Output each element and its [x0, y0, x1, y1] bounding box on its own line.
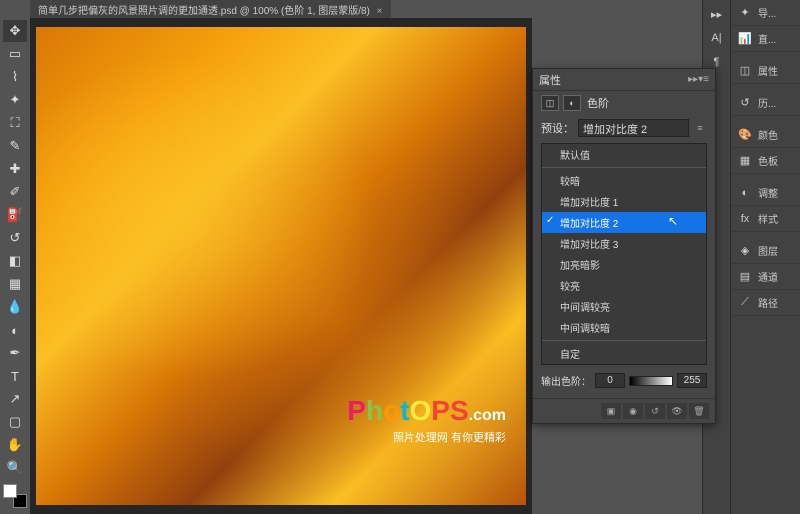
- color-icon: 🎨: [737, 128, 753, 142]
- tab-filename: 简单几步把偏灰的风景照片调的更加通透.psd @ 100% (色阶 1, 图层蒙…: [38, 6, 370, 17]
- channels-icon: ▤: [737, 270, 753, 284]
- adjustment-type-row: ◫ ◐ 色阶: [533, 91, 715, 115]
- zoom-tool[interactable]: 🔍: [3, 457, 27, 479]
- histogram-icon: 📊: [737, 32, 753, 46]
- tools-toolbar: ✥ ▭ ⌇ ✦ ⛶ ✎ ✚ ✐ ⛽ ↺ ◧ ▦ 💧 ◐ ✒ T ↗ ▢ ✋ 🔍: [0, 18, 30, 514]
- sidebar-item-guide[interactable]: ✦导...: [731, 0, 800, 26]
- sidebar-item-swatches[interactable]: ▦色板: [731, 148, 800, 174]
- levels-icon[interactable]: ◫: [541, 95, 559, 111]
- stamp-tool[interactable]: ⛽: [3, 204, 27, 226]
- sidebar-item-adjust[interactable]: ◐调整: [731, 180, 800, 206]
- document-image: PhotOPS.com 照片处理网 有你更精彩: [36, 27, 526, 505]
- view-previous-icon[interactable]: ◉: [623, 403, 643, 419]
- char-panel-icon[interactable]: A|: [706, 28, 728, 48]
- visibility-icon[interactable]: 👁: [667, 403, 687, 419]
- output-label: 输出色阶：: [541, 373, 591, 388]
- panel-footer: ▣ ◉ ↺ 👁 🗑: [533, 398, 715, 423]
- preset-option-middark[interactable]: 中间调较暗: [542, 317, 706, 338]
- eraser-tool[interactable]: ◧: [3, 250, 27, 272]
- output-levels-row: 输出色阶：: [533, 369, 715, 392]
- watermark: PhotOPS.com 照片处理网 有你更精彩: [347, 395, 506, 445]
- preset-option-brighten[interactable]: 加亮暗影: [542, 254, 706, 275]
- reset-icon[interactable]: ↺: [645, 403, 665, 419]
- preset-label: 预设：: [541, 120, 574, 136]
- sidebar-item-color[interactable]: 🎨颜色: [731, 122, 800, 148]
- dodge-tool[interactable]: ◐: [3, 319, 27, 341]
- canvas[interactable]: PhotOPS.com 照片处理网 有你更精彩: [30, 18, 532, 514]
- history-brush-tool[interactable]: ↺: [3, 227, 27, 249]
- preset-option-contrast2[interactable]: ✓ 增加对比度 2 ↖: [542, 212, 706, 233]
- styles-icon: fx: [737, 212, 753, 226]
- color-swatches[interactable]: [3, 484, 27, 508]
- sidebar-item-attrs[interactable]: ◫属性: [731, 58, 800, 84]
- preset-menu-icon[interactable]: ≡: [693, 121, 707, 135]
- properties-panel: 属性 ▸▸ ▾≡ ◫ ◐ 色阶 预设： 增加对比度 2 ≡ 默认值 较暗 增加对…: [532, 68, 716, 424]
- document-tab[interactable]: 简单几步把偏灰的风景照片调的更加通透.psd @ 100% (色阶 1, 图层蒙…: [30, 0, 391, 19]
- wand-tool[interactable]: ✦: [3, 89, 27, 111]
- paths-icon: ⟋: [737, 296, 753, 310]
- panel-header[interactable]: 属性 ▸▸ ▾≡: [533, 69, 715, 91]
- watermark-logo: PhotOPS.com: [347, 395, 506, 427]
- preset-option-darker[interactable]: 较暗: [542, 170, 706, 191]
- output-min-field[interactable]: [595, 373, 625, 388]
- preset-option-contrast3[interactable]: 增加对比度 3: [542, 233, 706, 254]
- watermark-subtitle: 照片处理网 有你更精彩: [347, 429, 506, 445]
- sidebar-item-history[interactable]: ↺历...: [731, 90, 800, 116]
- output-max-field[interactable]: [677, 373, 707, 388]
- pen-tool[interactable]: ✒: [3, 342, 27, 364]
- preset-option-lighter[interactable]: 较亮: [542, 275, 706, 296]
- gradient-tool[interactable]: ▦: [3, 273, 27, 295]
- adjustment-name: 色阶: [587, 95, 609, 111]
- sidebar-item-paths[interactable]: ⟋路径: [731, 290, 800, 316]
- path-tool[interactable]: ↗: [3, 388, 27, 410]
- clip-to-layer-icon[interactable]: ▣: [601, 403, 621, 419]
- preset-option-custom[interactable]: 自定: [542, 343, 706, 364]
- check-icon: ✓: [546, 215, 554, 226]
- right-panels: ✦导... 📊直... ◫属性 ↺历... 🎨颜色 ▦色板 ◐调整 fx样式 ◈…: [730, 0, 800, 514]
- sidebar-item-line[interactable]: 📊直...: [731, 26, 800, 52]
- delete-icon[interactable]: 🗑: [689, 403, 709, 419]
- mask-icon[interactable]: ◐: [563, 95, 581, 111]
- blur-tool[interactable]: 💧: [3, 296, 27, 318]
- marquee-tool[interactable]: ▭: [3, 43, 27, 65]
- panel-menu-icon[interactable]: ▾≡: [698, 74, 709, 85]
- adjust-icon: ◐: [737, 186, 753, 200]
- foreground-color-swatch[interactable]: [3, 484, 17, 498]
- close-icon[interactable]: ×: [377, 6, 383, 17]
- preset-option-contrast1[interactable]: 增加对比度 1: [542, 191, 706, 212]
- guide-icon: ✦: [737, 6, 753, 20]
- swatches-icon: ▦: [737, 154, 753, 168]
- layers-icon: ◈: [737, 244, 753, 258]
- sidebar-item-styles[interactable]: fx样式: [731, 206, 800, 232]
- dropdown-separator: [542, 340, 706, 341]
- type-tool[interactable]: T: [3, 365, 27, 387]
- lasso-tool[interactable]: ⌇: [3, 66, 27, 88]
- preset-row: 预设： 增加对比度 2 ≡: [533, 115, 715, 141]
- healing-tool[interactable]: ✚: [3, 158, 27, 180]
- preset-option-midbright[interactable]: 中间调较亮: [542, 296, 706, 317]
- document-tabs: 简单几步把偏灰的风景照片调的更加通透.psd @ 100% (色阶 1, 图层蒙…: [30, 0, 391, 18]
- eyedropper-tool[interactable]: ✎: [3, 135, 27, 157]
- crop-tool[interactable]: ⛶: [3, 112, 27, 134]
- history-icon: ↺: [737, 96, 753, 110]
- output-gradient[interactable]: [629, 376, 673, 386]
- hand-tool[interactable]: ✋: [3, 434, 27, 456]
- move-tool[interactable]: ✥: [3, 20, 27, 42]
- preset-option-default[interactable]: 默认值: [542, 144, 706, 165]
- properties-icon: ◫: [737, 64, 753, 78]
- preset-dropdown-list: 默认值 较暗 增加对比度 1 ✓ 增加对比度 2 ↖ 增加对比度 3 加亮暗影 …: [541, 143, 707, 365]
- expand-icon[interactable]: ▸▸: [706, 4, 728, 24]
- panel-collapse-icon[interactable]: ▸▸: [688, 74, 698, 85]
- preset-dropdown[interactable]: 增加对比度 2: [578, 119, 689, 137]
- brush-tool[interactable]: ✐: [3, 181, 27, 203]
- panel-title: 属性: [539, 72, 688, 88]
- shape-tool[interactable]: ▢: [3, 411, 27, 433]
- sidebar-item-layers[interactable]: ◈图层: [731, 238, 800, 264]
- cursor-icon: ↖: [668, 214, 678, 228]
- sidebar-item-channels[interactable]: ▤通道: [731, 264, 800, 290]
- dropdown-separator: [542, 167, 706, 168]
